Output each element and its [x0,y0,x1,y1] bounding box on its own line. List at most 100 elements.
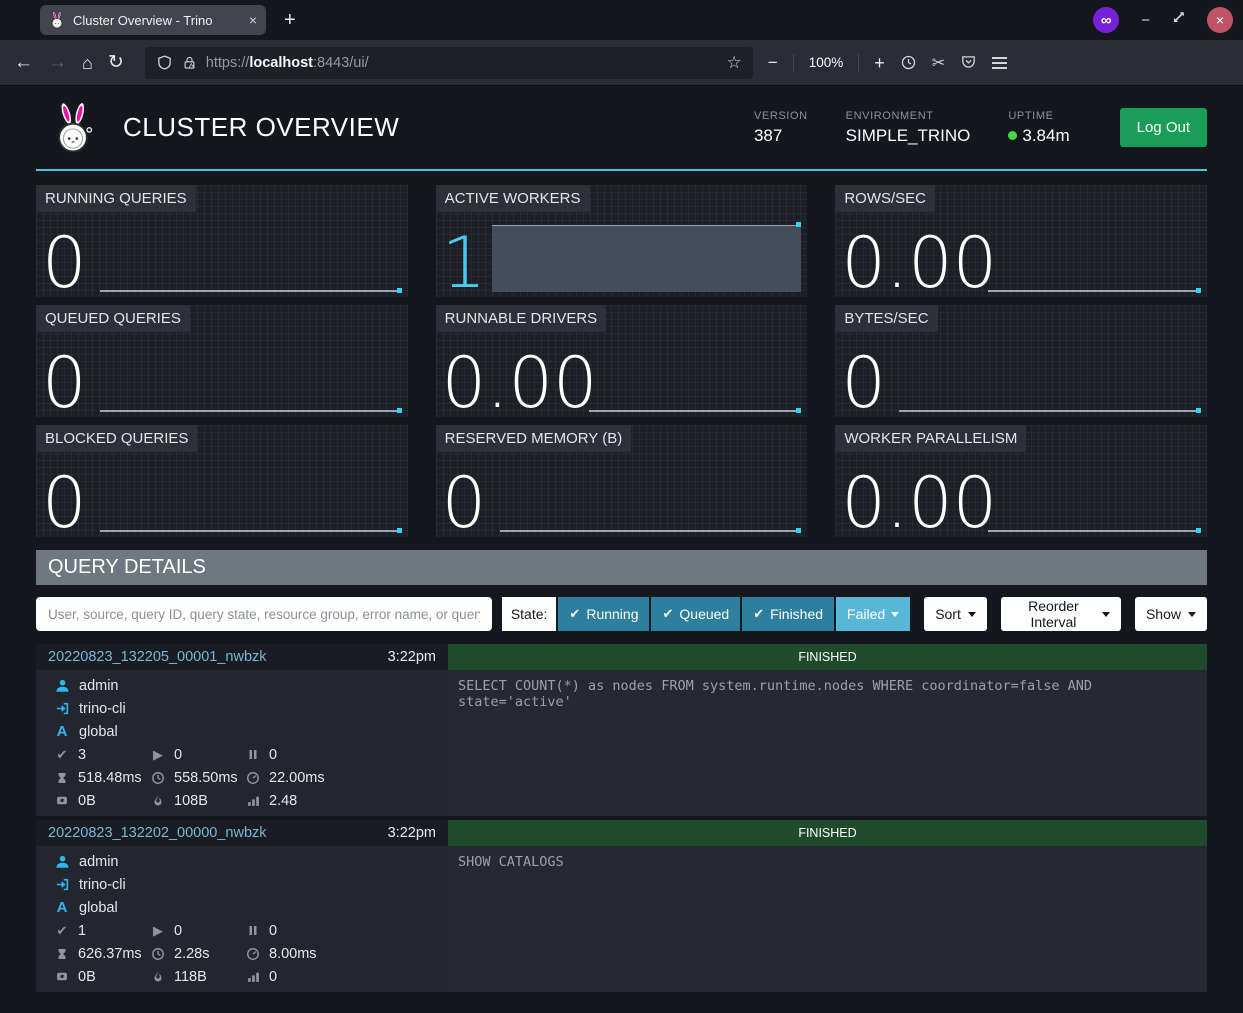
wall-time: 518.48ms [78,770,142,786]
completed-splits: 3 [78,747,86,763]
caret-down-icon [891,612,899,617]
tile-value: 0 [841,350,886,417]
menu-button[interactable] [992,57,1007,69]
tile-value: 0 [42,350,87,417]
query-user: admin [79,854,119,870]
cumulative-memory-flame-icon [150,970,166,984]
sparkline [500,530,802,532]
query-sql-text[interactable]: SELECT COUNT(*) as nodes FROM system.run… [448,670,1207,816]
completed-splits: 1 [78,923,86,939]
sparkline [100,530,402,532]
history-button[interactable] [900,54,917,71]
clock-icon [900,54,917,71]
tile-value: 0 [442,470,487,537]
new-tab-button[interactable]: + [284,9,296,32]
user-icon [54,854,70,869]
stat-tiles: RUNNING QUERIES 0 ACTIVE WORKERS 1 ROWS/… [36,185,1207,537]
running-splits-play-icon: ▶ [150,923,166,939]
forward-button[interactable]: → [48,53,67,72]
browser-tab[interactable]: Cluster Overview - Trino × [40,5,266,35]
query-resource-group: global [79,724,118,740]
query-status-badge: FINISHED [448,820,1207,846]
query-meta: admin trino-cli Aglobal ✔3 ▶0 0 518.48ms… [36,670,448,816]
state-filter-queued[interactable]: ✔ Queued [651,597,740,631]
trino-cluster-overview-page: CLUSTER OVERVIEW VERSION 387 ENVIRONMENT… [0,86,1243,992]
sort-dropdown[interactable]: Sort [924,597,987,631]
caret-down-icon [1102,612,1110,617]
environment-info: ENVIRONMENT SIMPLE_TRINO [846,110,971,146]
tile-value: 0.00 [841,230,997,297]
user-icon [54,678,70,693]
pocket-button[interactable] [960,54,977,71]
source-sign-in-icon [54,701,70,716]
cpu-time-gauge-icon [245,947,261,961]
tile-value: 0.00 [841,470,997,537]
show-dropdown[interactable]: Show [1135,597,1207,631]
reload-button[interactable]: ↻ [108,53,124,72]
state-button-label: Finished [770,606,823,622]
zoom-level[interactable]: 100% [809,55,844,70]
caret-down-icon [968,612,976,617]
screenshot-button[interactable]: ✂ [932,53,945,73]
zoom-in-button[interactable]: + [874,54,885,72]
browser-titlebar: Cluster Overview - Trino × + ∞ − × [0,0,1243,40]
state-filter-group: State: ✔ Running ✔ Queued ✔ Finished Fai… [502,597,910,631]
elapsed-time-clock-icon [150,771,166,785]
zoom-out-button[interactable]: − [768,54,778,71]
parallelism: 0 [269,969,277,985]
state-filter-finished[interactable]: ✔ Finished [742,597,834,631]
wall-time: 626.37ms [78,946,142,962]
state-filter-running[interactable]: ✔ Running [558,597,649,631]
uptime-status-dot [1008,131,1017,140]
home-button[interactable]: ⌂ [82,54,93,72]
tile-label: RUNNING QUERIES [36,185,196,212]
query-time: 3:22pm [388,649,436,665]
lock-warning-icon[interactable] [182,55,197,71]
page-title: CLUSTER OVERVIEW [123,112,399,143]
logout-button[interactable]: Log Out [1120,108,1207,147]
tile-label: BLOCKED QUERIES [36,425,197,452]
query-source: trino-cli [79,701,126,717]
tab-close-icon[interactable]: × [249,12,257,28]
running-splits: 0 [174,747,182,763]
tile-reserved-memory: RESERVED MEMORY (B) 0 [436,425,808,537]
url-path: :8443/ui/ [313,55,369,71]
tile-value: 0 [42,230,87,297]
resource-group-icon: A [54,899,70,916]
url-protocol: https:// [206,55,250,71]
state-filter-failed-dropdown[interactable]: Failed [836,597,910,631]
tab-title: Cluster Overview - Trino [73,13,241,28]
query-status-badge: FINISHED [448,644,1207,670]
profile-avatar[interactable]: ∞ [1093,7,1119,33]
version-label: VERSION [754,110,808,122]
current-memory-disk-icon [54,970,70,983]
query-resource-group: global [79,900,118,916]
current-memory: 0B [78,793,96,809]
reorder-interval-dropdown[interactable]: Reorder Interval [1001,597,1121,631]
trino-favicon-icon [49,11,65,29]
bookmark-star-icon[interactable]: ☆ [727,53,742,73]
shield-icon[interactable] [156,54,173,71]
query-sql-text[interactable]: SHOW CATALOGS [448,846,1207,992]
query-head: 20220823_132205_00001_nwbzk 3:22pm [36,644,448,670]
query-id-link[interactable]: 20220823_132205_00001_nwbzk [48,649,267,665]
cpu-time: 22.00ms [269,770,325,786]
tile-label: QUEUED QUERIES [36,305,190,332]
sparkline [988,530,1201,532]
url-host: localhost [249,55,313,71]
query-row: 20220823_132202_00000_nwbzk 3:22pm admin… [36,820,1207,992]
window-close-button[interactable]: × [1207,7,1233,33]
tile-active-workers: ACTIVE WORKERS 1 [436,185,808,297]
window-maximize-button[interactable] [1172,11,1185,29]
query-search-input[interactable] [36,597,492,631]
back-button[interactable]: ← [14,53,33,72]
window-minimize-button[interactable]: − [1141,12,1150,29]
tile-worker-parallelism: WORKER PARALLELISM 0.00 [835,425,1207,537]
url-text[interactable]: https://localhost:8443/ui/ [206,55,718,71]
sparkline [100,290,402,292]
tile-label: WORKER PARALLELISM [835,425,1026,452]
query-head: 20220823_132202_00000_nwbzk 3:22pm [36,820,448,846]
query-id-link[interactable]: 20220823_132202_00000_nwbzk [48,825,267,841]
check-icon: ✔ [753,606,764,622]
url-bar[interactable]: https://localhost:8443/ui/ ☆ [145,47,753,79]
